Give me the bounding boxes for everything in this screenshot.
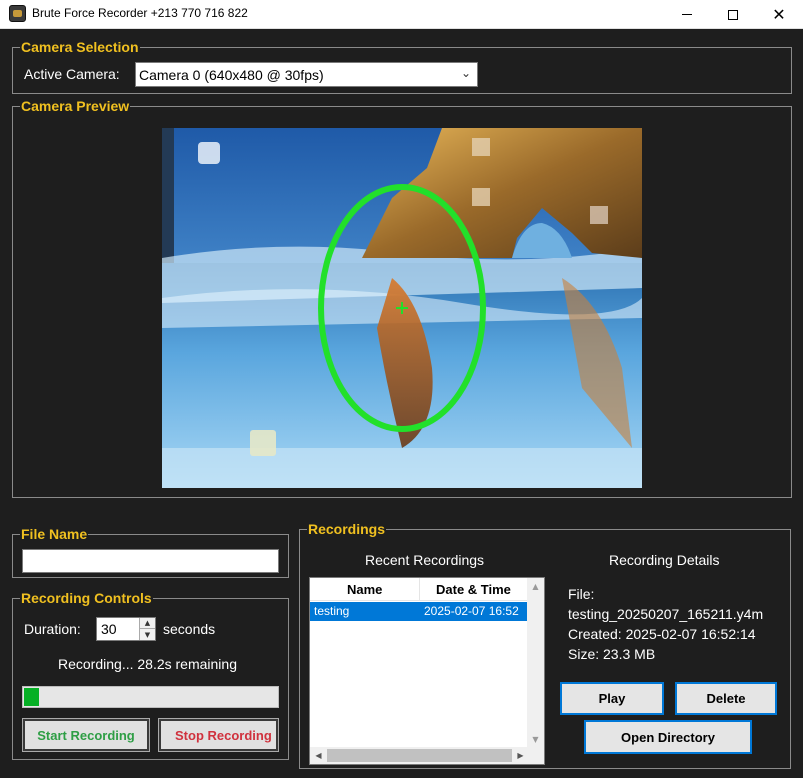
camera-selection-title: Camera Selection xyxy=(20,39,140,55)
seconds-label: seconds xyxy=(163,621,216,637)
details-size: Size: 23.3 MB xyxy=(568,646,656,662)
recording-controls-title: Recording Controls xyxy=(20,590,153,606)
window-title: Brute Force Recorder +213 770 716 822 xyxy=(32,6,248,20)
list-item[interactable]: testing 2025-02-07 16:52 xyxy=(310,602,529,621)
spin-down-icon[interactable]: ▼ xyxy=(139,629,155,640)
chevron-down-icon: ⌄ xyxy=(460,66,471,80)
duration-stepper[interactable]: 30 ▲ ▼ xyxy=(96,617,156,641)
recording-name: testing xyxy=(314,604,350,618)
active-camera-label: Active Camera: xyxy=(24,66,120,82)
recordings-list-header: Name Date & Time xyxy=(310,578,529,601)
close-icon: ✕ xyxy=(772,4,786,24)
recordings-list[interactable]: Name Date & Time testing 2025-02-07 16:5… xyxy=(309,577,545,765)
file-name-title: File Name xyxy=(20,526,89,542)
details-file-label: File: xyxy=(568,586,595,602)
stop-recording-button[interactable]: Stop Recording xyxy=(158,718,279,752)
minimize-button[interactable] xyxy=(664,0,710,29)
progress-fill xyxy=(24,688,40,706)
camera-preview-image xyxy=(162,128,642,488)
app-window: Brute Force Recorder +213 770 716 822 ✕ … xyxy=(0,0,803,778)
camera-select-value: Camera 0 (640x480 @ 30fps) xyxy=(139,67,324,83)
title-bar[interactable]: Brute Force Recorder +213 770 716 822 ✕ xyxy=(0,0,803,29)
column-header-name[interactable]: Name xyxy=(347,582,382,597)
scroll-corner xyxy=(527,746,544,764)
scroll-left-icon[interactable]: ◀ xyxy=(310,747,327,764)
recording-progress-bar xyxy=(22,686,279,708)
vertical-scrollbar[interactable]: ▲ ▼ xyxy=(527,578,544,748)
duration-label: Duration: xyxy=(24,621,81,637)
close-button[interactable]: ✕ xyxy=(756,0,802,29)
camera-feed xyxy=(162,128,642,488)
spin-up-icon[interactable]: ▲ xyxy=(139,618,155,629)
scroll-thumb[interactable] xyxy=(327,749,512,762)
duration-value: 30 xyxy=(101,621,117,637)
recordings-title: Recordings xyxy=(307,521,387,537)
scroll-up-icon[interactable]: ▲ xyxy=(527,578,544,595)
recent-recordings-label: Recent Recordings xyxy=(365,552,485,568)
maximize-button[interactable] xyxy=(710,0,756,29)
start-recording-button[interactable]: Start Recording xyxy=(22,718,150,752)
recording-details-label: Recording Details xyxy=(609,552,720,568)
play-button[interactable]: Play xyxy=(560,682,664,715)
recording-datetime: 2025-02-07 16:52 xyxy=(424,604,519,618)
column-separator[interactable] xyxy=(419,578,420,601)
column-header-datetime[interactable]: Date & Time xyxy=(436,582,511,597)
delete-button[interactable]: Delete xyxy=(675,682,777,715)
details-created: Created: 2025-02-07 16:52:14 xyxy=(568,626,756,642)
maximize-icon xyxy=(728,9,738,20)
camera-select[interactable]: Camera 0 (640x480 @ 30fps) ⌄ xyxy=(135,62,478,87)
horizontal-scrollbar[interactable]: ◀ ▶ xyxy=(310,747,529,764)
app-icon xyxy=(9,5,26,22)
camera-preview-title: Camera Preview xyxy=(20,98,131,114)
file-name-input[interactable] xyxy=(22,549,279,573)
open-directory-button[interactable]: Open Directory xyxy=(584,720,752,754)
details-file-value: testing_20250207_165211.y4m xyxy=(568,606,764,622)
recording-status: Recording... 28.2s remaining xyxy=(58,656,237,672)
minimize-icon xyxy=(682,14,692,15)
